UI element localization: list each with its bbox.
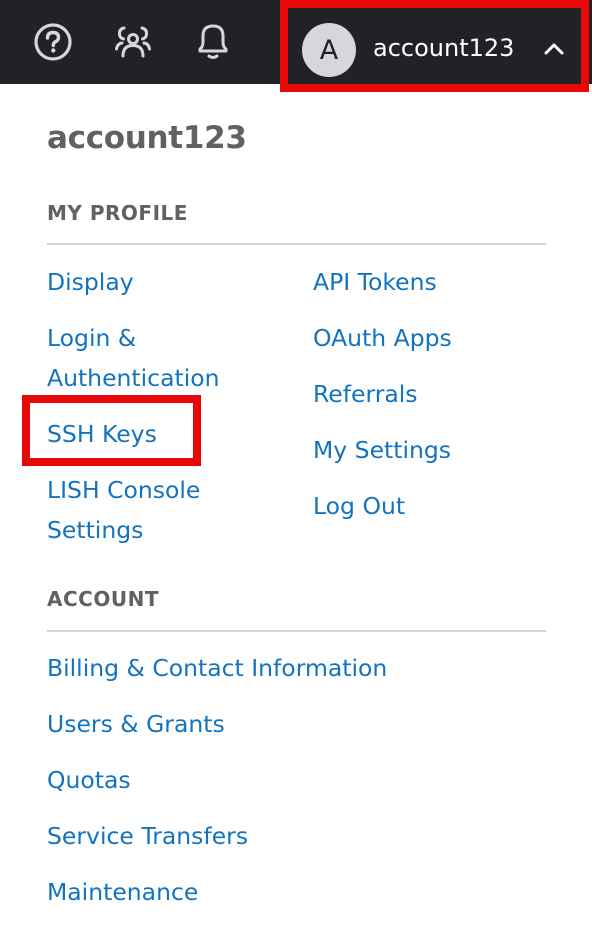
link-lish-console-settings-line2[interactable]: Settings <box>47 510 143 550</box>
help-icon[interactable] <box>33 22 73 62</box>
account-username: account123 <box>373 34 515 62</box>
link-users-grants[interactable]: Users & Grants <box>47 704 225 744</box>
section-heading-account: ACCOUNT <box>47 587 159 611</box>
link-login-authentication-line1[interactable]: Login & <box>47 318 136 358</box>
chevron-up-icon <box>544 43 564 55</box>
link-login-authentication-line2[interactable]: Authentication <box>47 358 220 398</box>
link-quotas[interactable]: Quotas <box>47 760 131 800</box>
link-display[interactable]: Display <box>47 262 134 302</box>
link-service-transfers[interactable]: Service Transfers <box>47 816 248 856</box>
top-bar: A account123 <box>0 0 592 84</box>
link-oauth-apps[interactable]: OAuth Apps <box>313 318 452 358</box>
divider <box>47 243 546 245</box>
link-api-tokens[interactable]: API Tokens <box>313 262 437 302</box>
menu-title: account123 <box>47 120 247 156</box>
divider <box>47 630 546 632</box>
link-my-settings[interactable]: My Settings <box>313 430 451 470</box>
avatar: A <box>302 23 356 77</box>
people-icon[interactable] <box>113 22 153 62</box>
link-ssh-keys[interactable]: SSH Keys <box>47 414 157 454</box>
link-maintenance[interactable]: Maintenance <box>47 872 198 912</box>
account-menu-button[interactable]: A account123 <box>296 10 576 82</box>
link-referrals[interactable]: Referrals <box>313 374 418 414</box>
section-heading-my-profile: MY PROFILE <box>47 201 188 225</box>
link-billing-contact-information[interactable]: Billing & Contact Information <box>47 648 387 688</box>
bell-icon[interactable] <box>193 22 233 62</box>
link-lish-console-settings-line1[interactable]: LISH Console <box>47 470 200 510</box>
link-log-out[interactable]: Log Out <box>313 486 405 526</box>
